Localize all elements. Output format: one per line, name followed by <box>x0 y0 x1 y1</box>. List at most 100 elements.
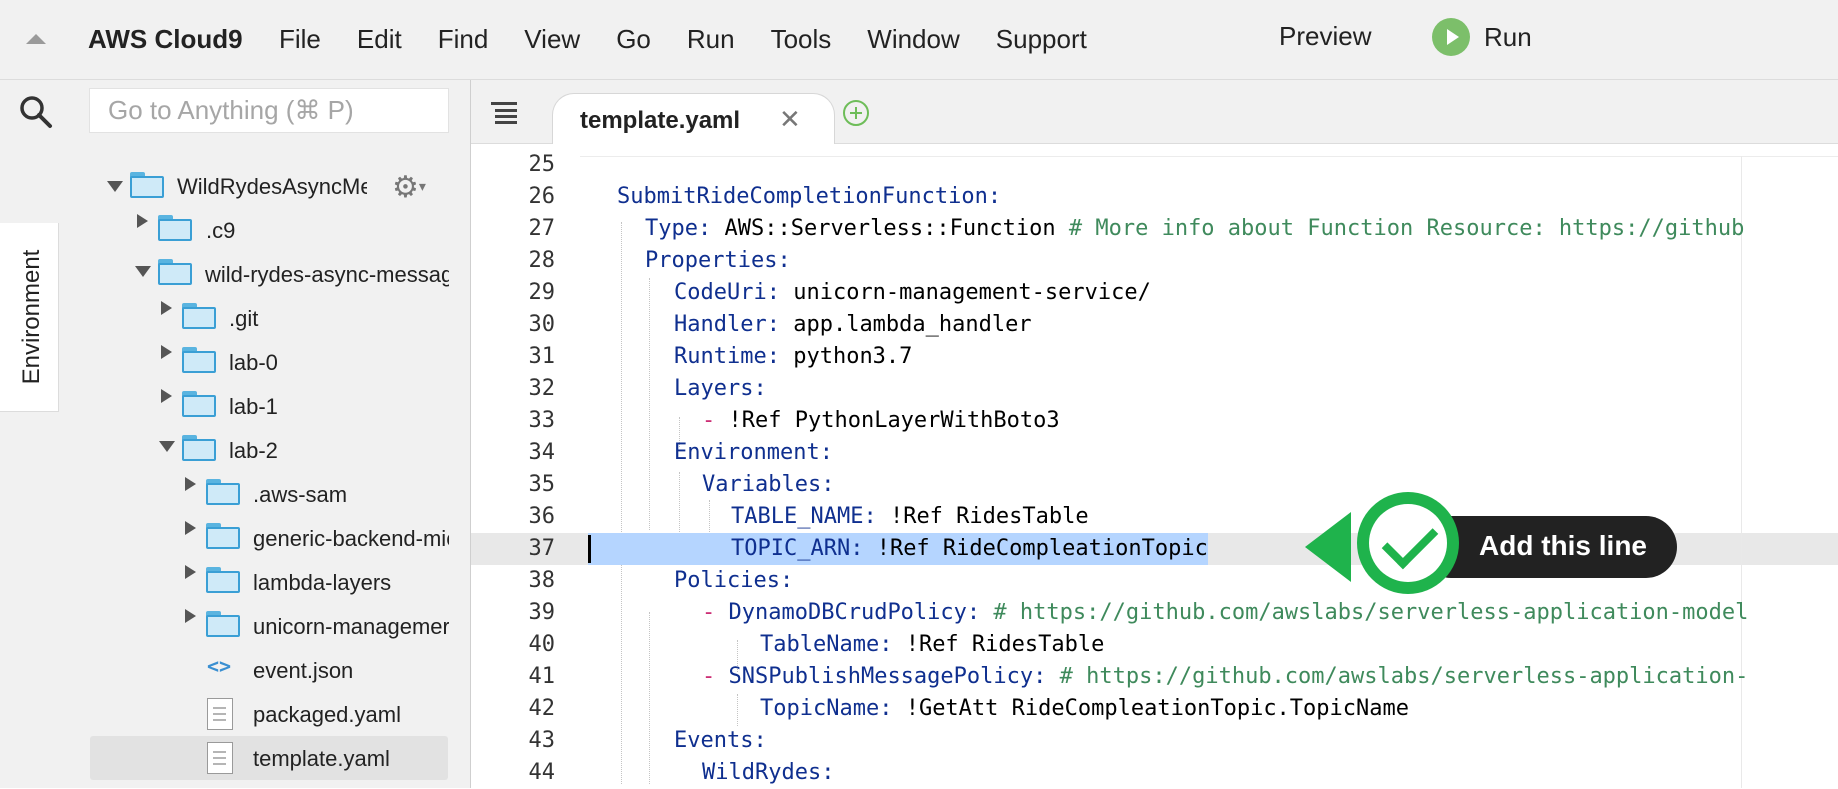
yaml-key: TABLE_NAME: <box>731 504 877 529</box>
line-number: 38 <box>528 568 556 593</box>
chevron-right-icon[interactable] <box>185 521 196 535</box>
yaml-key: WildRydes: <box>702 760 835 785</box>
yaml-key: Variables: <box>702 472 835 497</box>
run-button[interactable]: Run <box>1432 18 1532 56</box>
yaml-key: CodeUri: <box>674 280 780 305</box>
folder-icon <box>182 435 218 461</box>
chevron-right-icon[interactable] <box>137 214 148 228</box>
menu-go[interactable]: Go <box>616 24 651 55</box>
tree-item-label: template.yaml <box>253 746 390 771</box>
code-text: TABLE_NAME: !Ref RidesTable <box>731 501 1089 533</box>
line-number: 40 <box>528 632 556 657</box>
line-number: 42 <box>528 696 556 721</box>
code-text: - !Ref PythonLayerWithBoto3 <box>702 405 1060 437</box>
code-text: Type: AWS::Serverless::Function # More i… <box>645 213 1744 245</box>
folder-icon <box>130 172 166 198</box>
yaml-value: python3.7 <box>779 344 913 369</box>
menu-find[interactable]: Find <box>438 24 489 55</box>
code-line: 25 <box>471 149 1838 181</box>
yaml-key: Properties: <box>645 248 791 273</box>
folder-icon <box>182 391 218 417</box>
menu-tools[interactable]: Tools <box>771 24 832 55</box>
chevron-right-icon[interactable] <box>185 477 196 491</box>
folder-icon <box>182 347 218 373</box>
go-to-anything-input[interactable] <box>89 88 449 133</box>
code-line: 40 TableName: !Ref RidesTable <box>471 629 1838 661</box>
json-file-icon: <> <box>207 654 232 678</box>
tree-item-label: lab-1 <box>229 394 278 419</box>
tab-list-icon[interactable] <box>491 102 517 124</box>
chevron-down-icon[interactable] <box>107 181 123 192</box>
environment-tab[interactable]: Environment <box>0 223 59 412</box>
chevron-right-icon[interactable] <box>161 345 172 359</box>
yaml-value: app.lambda_handler <box>779 312 1032 337</box>
yaml-key: Policies: <box>674 568 794 593</box>
gear-icon[interactable]: ⚙▾ <box>392 170 426 205</box>
line-number: 34 <box>528 440 556 465</box>
chevron-down-icon[interactable] <box>159 441 175 452</box>
line-number: 33 <box>528 408 556 433</box>
code-text: Handler: app.lambda_handler <box>674 309 1032 341</box>
run-label: Run <box>1484 21 1532 52</box>
code-text: Layers: <box>674 373 767 405</box>
collapse-menu-icon[interactable] <box>26 34 46 44</box>
preview-button[interactable]: Preview <box>1279 21 1371 52</box>
line-number: 37 <box>528 536 556 561</box>
menu-window[interactable]: Window <box>867 24 959 55</box>
environment-tab-label: Environment <box>18 249 45 385</box>
yaml-dash: - <box>702 600 729 625</box>
add-tab-icon[interactable] <box>843 100 869 126</box>
yaml-value: !Ref RidesTable <box>876 504 1089 529</box>
folder-icon <box>206 567 242 593</box>
selected-code-text: TOPIC_ARN: !Ref RideCompleationTopic <box>588 533 1208 565</box>
text-cursor <box>588 535 591 563</box>
line-number: 27 <box>528 216 556 241</box>
yaml-value: !GetAtt RideCompleationTopic.TopicName <box>892 696 1410 721</box>
menu-edit[interactable]: Edit <box>357 24 402 55</box>
menu-support[interactable]: Support <box>996 24 1087 55</box>
yaml-value: !Ref RidesTable <box>892 632 1105 657</box>
menu-run[interactable]: Run <box>687 24 735 55</box>
tree-item-label: packaged.yaml <box>253 702 401 727</box>
tree-item-label: wild-rydes-async-messag <box>205 262 449 287</box>
yaml-key: SubmitRideCompletionFunction: <box>617 184 1002 209</box>
code-line: 30 Handler: app.lambda_handler <box>471 309 1838 341</box>
app-brand-menu[interactable]: AWS Cloud9 <box>88 24 243 55</box>
code-line: 28 Properties: <box>471 245 1838 277</box>
chevron-right-icon[interactable] <box>161 301 172 315</box>
yaml-key: TableName: <box>760 632 893 657</box>
code-text: SubmitRideCompletionFunction: <box>617 181 1001 213</box>
line-number: 41 <box>528 664 556 689</box>
tree-item-label: lab-2 <box>229 438 278 463</box>
menu-file[interactable]: File <box>279 24 321 55</box>
tab-label: template.yaml <box>580 107 741 134</box>
code-text: Properties: <box>645 245 791 277</box>
tree-item-label: WildRydesAsyncMes <box>177 174 367 199</box>
code-line: 33 - !Ref PythonLayerWithBoto3 <box>471 405 1838 437</box>
code-line: 31 Runtime: python3.7 <box>471 341 1838 373</box>
tree-item-label: generic-backend-mic <box>253 526 449 551</box>
chevron-right-icon[interactable] <box>185 609 196 623</box>
search-icon[interactable] <box>18 94 54 130</box>
line-number: 25 <box>528 152 556 177</box>
menu-view[interactable]: View <box>524 24 580 55</box>
yaml-dash: - <box>702 408 729 433</box>
code-text: Variables: <box>702 469 834 501</box>
code-text: Environment: <box>674 437 833 469</box>
code-line: 32 Layers: <box>471 373 1838 405</box>
line-number: 31 <box>528 344 556 369</box>
code-text: - SNSPublishMessagePolicy: # https://git… <box>702 661 1748 693</box>
tree-item-label: .c9 <box>206 218 236 243</box>
folder-icon <box>206 523 242 549</box>
folder-icon <box>158 259 194 285</box>
chevron-right-icon[interactable] <box>161 389 172 403</box>
yaml-key: Handler: <box>674 312 780 337</box>
yaml-comment: # https://github.com/awslabs/serverless-… <box>1046 664 1749 689</box>
file-icon <box>207 742 233 774</box>
main-menu: File Edit Find View Go Run Tools Window … <box>279 24 1123 55</box>
chevron-right-icon[interactable] <box>185 565 196 579</box>
code-line: 29 CodeUri: unicorn-management-service/ <box>471 277 1838 309</box>
close-icon[interactable]: ✕ <box>779 104 801 135</box>
line-number: 30 <box>528 312 556 337</box>
chevron-down-icon[interactable] <box>135 266 151 277</box>
